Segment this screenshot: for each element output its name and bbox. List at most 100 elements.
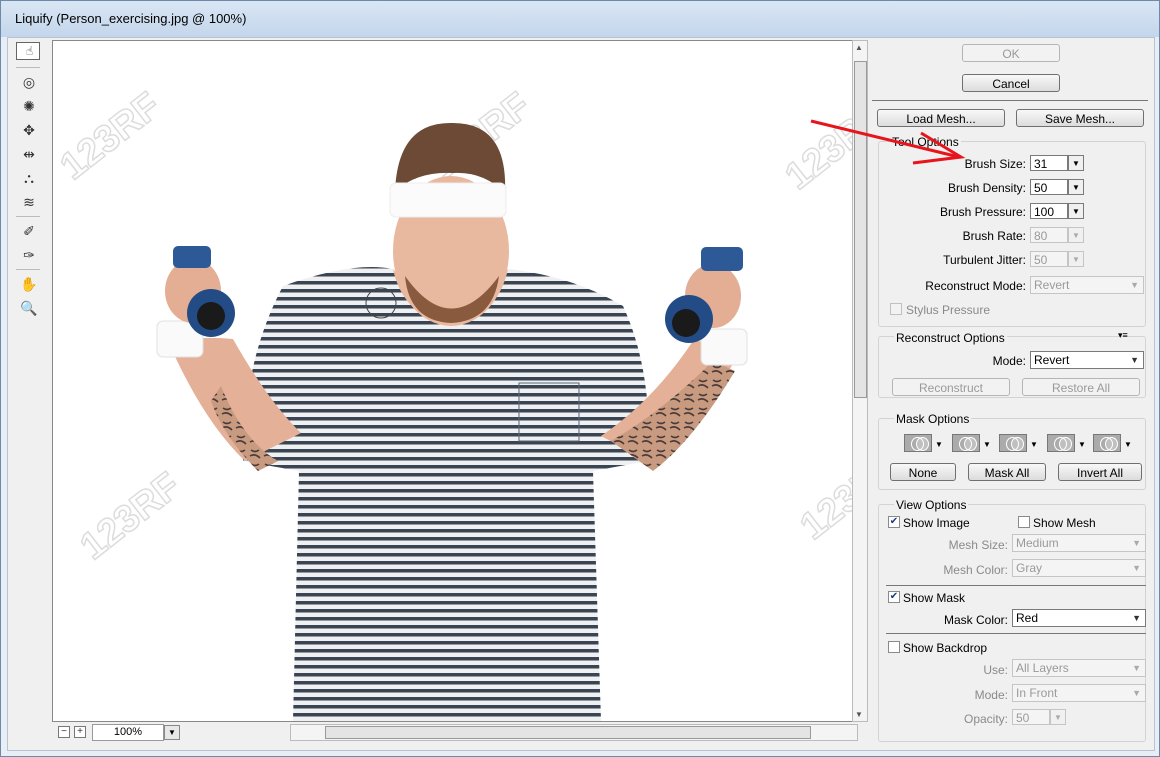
hand-tool-icon[interactable]: ✋ bbox=[16, 273, 42, 295]
mesh-size-select: Medium ▼ bbox=[1012, 534, 1146, 552]
reconstruct-mode-value: Revert bbox=[1034, 278, 1070, 292]
window-title: Liquify (Person_exercising.jpg @ 100%) bbox=[15, 11, 247, 26]
chevron-down-icon[interactable]: ▼ bbox=[983, 440, 991, 449]
show-mask-checkbox[interactable]: ✔ bbox=[888, 591, 900, 603]
backdrop-mode-value: In Front bbox=[1016, 686, 1058, 700]
mesh-color-label: Mesh Color: bbox=[943, 563, 1008, 577]
tool-separator bbox=[16, 216, 40, 217]
mask-subtract-icon[interactable] bbox=[999, 434, 1027, 452]
brush-density-label: Brush Density: bbox=[947, 181, 1026, 195]
show-mask-label: Show Mask bbox=[903, 591, 966, 605]
zoom-tool-icon[interactable]: 🔍 bbox=[16, 297, 42, 319]
show-mesh-label: Show Mesh bbox=[1033, 516, 1096, 530]
brush-rate-field: 80 bbox=[1030, 227, 1068, 243]
divider bbox=[886, 633, 1146, 634]
invert-all-button[interactable]: Invert All bbox=[1058, 463, 1142, 481]
brush-pressure-field[interactable]: 100 bbox=[1030, 203, 1068, 219]
pucker-tool-icon[interactable]: ✺ bbox=[16, 95, 42, 117]
divider bbox=[872, 100, 1148, 101]
turbulent-jitter-label: Turbulent Jitter: bbox=[943, 253, 1026, 267]
tool-separator bbox=[16, 67, 40, 68]
reconstruct-button[interactable]: Reconstruct bbox=[892, 378, 1010, 396]
brush-pressure-label: Brush Pressure: bbox=[939, 205, 1026, 219]
forward-warp-tool-icon[interactable]: ☝ bbox=[16, 42, 40, 60]
chevron-down-icon: ▼ bbox=[1132, 613, 1141, 623]
canvas-status-bar: − + 100% ▼ bbox=[52, 722, 866, 742]
chevron-down-icon[interactable]: ▼ bbox=[1030, 440, 1038, 449]
turbulent-jitter-dropdown-icon: ▼ bbox=[1068, 251, 1084, 267]
push-left-tool-icon[interactable]: ⇹ bbox=[16, 143, 42, 165]
stylus-pressure-label: Stylus Pressure bbox=[906, 303, 991, 317]
show-image-checkbox[interactable]: ✔ bbox=[888, 516, 900, 528]
show-mesh-checkbox[interactable] bbox=[1018, 516, 1030, 528]
use-label: Use: bbox=[983, 663, 1008, 677]
cancel-button[interactable]: Cancel bbox=[962, 74, 1060, 92]
backdrop-mode-label: Mode: bbox=[974, 688, 1008, 702]
mesh-size-label: Mesh Size: bbox=[948, 538, 1008, 552]
chevron-down-icon: ▼ bbox=[1132, 563, 1141, 573]
chevron-down-icon: ▼ bbox=[1132, 663, 1141, 673]
title-bar: Liquify (Person_exercising.jpg @ 100%) bbox=[1, 1, 1159, 37]
backdrop-mode-select: In Front ▼ bbox=[1012, 684, 1146, 702]
brush-rate-dropdown-icon: ▼ bbox=[1068, 227, 1084, 243]
ok-button[interactable]: OK bbox=[962, 44, 1060, 62]
mask-none-button[interactable]: None bbox=[890, 463, 956, 481]
reconstruct-options-title: Reconstruct Options bbox=[894, 331, 1007, 345]
liquify-window: Liquify (Person_exercising.jpg @ 100%) ☝… bbox=[0, 0, 1160, 757]
scroll-up-icon[interactable]: ▲ bbox=[855, 43, 863, 52]
mask-invert-icon[interactable] bbox=[1093, 434, 1121, 452]
watermark-text: 123RF bbox=[73, 465, 189, 568]
zoom-level-field[interactable]: 100% bbox=[92, 724, 164, 741]
chevron-down-icon: ▼ bbox=[1130, 280, 1139, 290]
mode-value: Revert bbox=[1034, 353, 1070, 367]
brush-size-field[interactable]: 31 bbox=[1030, 155, 1068, 171]
mirror-tool-icon[interactable]: ⛬ bbox=[16, 167, 42, 189]
turbulent-jitter-field: 50 bbox=[1030, 251, 1068, 267]
zoom-in-icon[interactable]: + bbox=[74, 726, 86, 738]
canvas-horizontal-scrollbar[interactable] bbox=[290, 724, 858, 741]
chevron-down-icon[interactable]: ▼ bbox=[1124, 440, 1132, 449]
chevron-down-icon[interactable]: ▼ bbox=[1078, 440, 1086, 449]
mesh-color-value: Gray bbox=[1016, 561, 1043, 575]
mask-options-title: Mask Options bbox=[894, 412, 972, 426]
mask-intersect-icon[interactable] bbox=[1047, 434, 1075, 452]
watermark-text: 123RF bbox=[53, 85, 168, 188]
opacity-field: 50 bbox=[1012, 709, 1050, 725]
mesh-size-value: Medium bbox=[1016, 536, 1059, 550]
chevron-down-icon[interactable]: ▼ bbox=[935, 440, 943, 449]
save-mesh-button[interactable]: Save Mesh... bbox=[1016, 109, 1144, 127]
show-backdrop-checkbox[interactable] bbox=[888, 641, 900, 653]
mesh-color-select: Gray ▼ bbox=[1012, 559, 1146, 577]
reconstruct-options-mode-select[interactable]: Revert ▼ bbox=[1030, 351, 1144, 369]
freeze-mask-tool-icon[interactable]: ✐ bbox=[16, 220, 42, 242]
tool-palette: ☝ ✎ ◎ ✺ ✥ ⇹ ⛬ ≋ ✐ ✑ ✋ 🔍 bbox=[16, 40, 44, 321]
thaw-mask-tool-icon[interactable]: ✑ bbox=[16, 244, 42, 266]
scrollbar-thumb[interactable] bbox=[325, 726, 811, 739]
opacity-label: Opacity: bbox=[963, 712, 1008, 726]
twirl-tool-icon[interactable]: ◎ bbox=[16, 71, 42, 93]
brush-density-dropdown-icon[interactable]: ▼ bbox=[1068, 179, 1084, 195]
zoom-dropdown-icon[interactable]: ▼ bbox=[164, 725, 180, 740]
striped-shirt bbox=[243, 267, 649, 721]
chevron-down-icon: ▼ bbox=[1132, 538, 1141, 548]
show-backdrop-label: Show Backdrop bbox=[903, 641, 988, 655]
panel-menu-icon[interactable]: ▾≡ bbox=[1118, 330, 1128, 341]
restore-all-button[interactable]: Restore All bbox=[1022, 378, 1140, 396]
mask-color-select[interactable]: Red ▼ bbox=[1012, 609, 1146, 627]
brush-size-dropdown-icon[interactable]: ▼ bbox=[1068, 155, 1084, 171]
image-canvas[interactable]: 123RF 123RF 123RF 123RF 123RF 123RF bbox=[52, 40, 854, 722]
brush-pressure-dropdown-icon[interactable]: ▼ bbox=[1068, 203, 1084, 219]
chevron-down-icon: ▼ bbox=[1132, 688, 1141, 698]
mask-add-icon[interactable] bbox=[952, 434, 980, 452]
mask-replace-icon[interactable] bbox=[904, 434, 932, 452]
scroll-down-icon[interactable]: ▼ bbox=[855, 710, 863, 719]
mask-all-button[interactable]: Mask All bbox=[968, 463, 1046, 481]
brush-density-field[interactable]: 50 bbox=[1030, 179, 1068, 195]
brush-rate-label: Brush Rate: bbox=[962, 229, 1026, 243]
right-wristband bbox=[700, 328, 748, 366]
divider bbox=[886, 585, 1146, 586]
mask-color-label: Mask Color: bbox=[943, 613, 1008, 627]
zoom-out-icon[interactable]: − bbox=[58, 726, 70, 738]
turbulence-tool-icon[interactable]: ≋ bbox=[16, 191, 42, 213]
bloat-tool-icon[interactable]: ✥ bbox=[16, 119, 42, 141]
